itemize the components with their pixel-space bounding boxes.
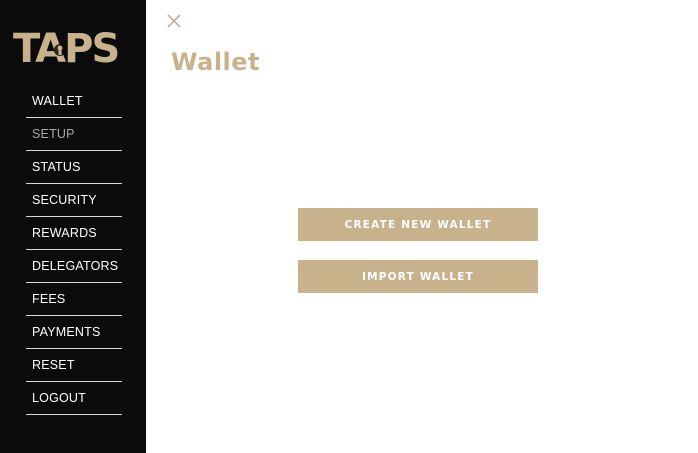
sidebar-item-logout[interactable]: LOGOUT (26, 382, 122, 415)
sidebar-item-payments[interactable]: PAYMENTS (26, 316, 122, 349)
taps-logo: TAPS (13, 24, 137, 68)
logo-text: TAPS (13, 26, 118, 68)
sidebar-item-delegators[interactable]: DELEGATORS (26, 250, 122, 283)
sidebar-item-setup[interactable]: SETUP (26, 118, 122, 151)
sidebar-item-rewards[interactable]: REWARDS (26, 217, 122, 250)
sidebar-nav: WALLET SETUP STATUS SECURITY REWARDS DEL… (26, 85, 122, 415)
close-icon[interactable] (165, 12, 183, 30)
sidebar-item-reset[interactable]: RESET (26, 349, 122, 382)
sidebar-item-fees[interactable]: FEES (26, 283, 122, 316)
sidebar-item-wallet[interactable]: WALLET (26, 85, 122, 118)
sidebar-item-security[interactable]: SECURITY (26, 184, 122, 217)
import-wallet-button[interactable]: IMPORT WALLET (298, 260, 538, 293)
sidebar-item-status[interactable]: STATUS (26, 151, 122, 184)
page-title: Wallet (171, 48, 261, 76)
sidebar: TAPS WALLET SETUP STATUS SECURITY REWARD… (0, 0, 146, 453)
create-new-wallet-button[interactable]: CREATE NEW WALLET (298, 208, 538, 241)
